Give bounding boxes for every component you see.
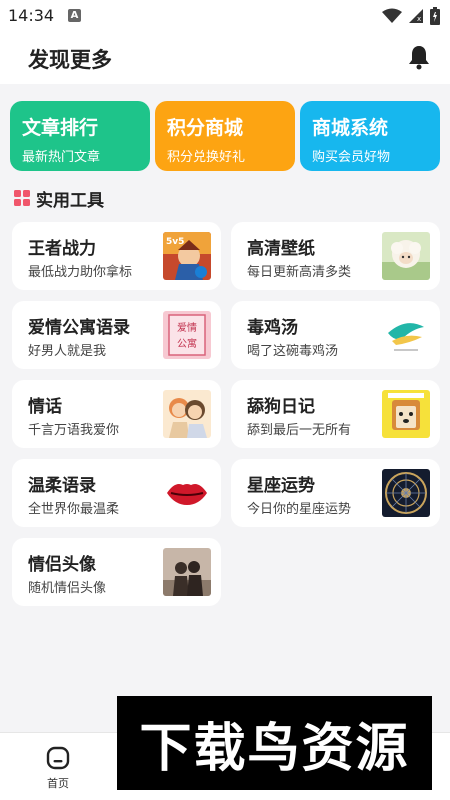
card-subtitle: 购买会员好物 <box>312 150 391 165</box>
header: 发现更多 <box>0 32 450 84</box>
tool-card-dog-diary[interactable]: 舔狗日记 舔到最后一无所有 <box>231 380 440 448</box>
status-icons: x <box>382 6 440 26</box>
tool-title: 毒鸡汤 <box>247 318 298 338</box>
tool-title: 星座运势 <box>247 476 315 496</box>
status-time: 14:34 <box>8 6 55 25</box>
tool-title: 王者战力 <box>28 239 96 259</box>
tool-card-love-apartment[interactable]: 爱情公寓语录 好男人就是我 爱情 公寓 <box>12 301 221 369</box>
points-mall-card[interactable]: 积分商城 积分兑换好礼 <box>155 101 295 171</box>
soup-logo-thumbnail <box>382 311 430 359</box>
article-ranking-card[interactable]: 文章排行 最新热门文章 <box>10 101 150 171</box>
tool-subtitle: 喝了这碗毒鸡汤 <box>247 344 339 359</box>
tool-card-gentle-words[interactable]: 温柔语录 全世界你最温柔 <box>12 459 221 527</box>
tool-title: 温柔语录 <box>28 476 96 496</box>
tool-subtitle: 好男人就是我 <box>28 344 107 359</box>
status-bar: 14:34 A x <box>0 0 450 32</box>
tool-subtitle: 舔到最后一无所有 <box>247 423 352 438</box>
dog-cartoon-thumbnail <box>382 390 430 438</box>
tool-card-horoscope[interactable]: 星座运势 今日你的星座运势 <box>231 459 440 527</box>
tool-subtitle: 随机情侣头像 <box>28 581 107 596</box>
svg-text:5v5: 5v5 <box>166 237 184 247</box>
tool-title: 爱情公寓语录 <box>28 318 130 338</box>
top-cards: 文章排行 最新热门文章 积分商城 积分兑换好礼 商城系统 购买会员好物 <box>10 101 440 171</box>
tool-card-couple-avatar[interactable]: 情侣头像 随机情侣头像 <box>12 538 221 606</box>
tool-card-poison-soup[interactable]: 毒鸡汤 喝了这碗毒鸡汤 <box>231 301 440 369</box>
card-title: 商城系统 <box>312 117 389 139</box>
svg-text:x: x <box>417 15 421 23</box>
bell-icon[interactable] <box>406 44 432 70</box>
grid-icon <box>14 190 30 206</box>
cell-signal-icon: x <box>409 9 423 23</box>
card-subtitle: 积分兑换好礼 <box>167 150 246 165</box>
svg-text:公寓: 公寓 <box>177 337 197 350</box>
tool-title: 情话 <box>28 397 62 417</box>
notification-icon: A <box>68 9 81 22</box>
tool-card-wallpaper[interactable]: 高清壁纸 每日更新高清多类 <box>231 222 440 290</box>
card-title: 文章排行 <box>22 117 99 139</box>
tool-subtitle: 每日更新高清多类 <box>247 265 352 280</box>
page-title: 发现更多 <box>28 48 112 72</box>
zodiac-wheel-thumbnail <box>382 469 430 517</box>
couple-silhouette-thumbnail <box>163 548 211 596</box>
battery-icon <box>430 7 440 25</box>
card-title: 积分商城 <box>167 117 244 139</box>
nav-home[interactable]: 首页 <box>36 741 80 797</box>
section-header: 实用工具 <box>14 186 104 211</box>
couple-cartoon-thumbnail <box>163 390 211 438</box>
tool-subtitle: 最低战力助你拿标 <box>28 265 133 280</box>
home-icon <box>46 746 70 770</box>
game-hero-thumbnail: 5v5 <box>163 232 211 280</box>
watermark-text: 下载鸟资源 <box>139 718 410 779</box>
tool-subtitle: 全世界你最温柔 <box>28 502 120 517</box>
wallpaper-sheep-thumbnail <box>382 232 430 280</box>
tool-title: 情侣头像 <box>28 555 96 575</box>
tool-subtitle: 今日你的星座运势 <box>247 502 352 517</box>
lips-thumbnail <box>163 469 211 517</box>
tool-card-hero-power[interactable]: 王者战力 最低战力助你拿标 5v5 <box>12 222 221 290</box>
tool-title: 高清壁纸 <box>247 239 315 259</box>
tool-subtitle: 千言万语我爱你 <box>28 423 120 438</box>
tool-card-love-words[interactable]: 情话 千言万语我爱你 <box>12 380 221 448</box>
nav-home-label: 首页 <box>47 777 69 790</box>
wifi-icon <box>382 8 402 23</box>
tool-title: 舔狗日记 <box>247 397 315 417</box>
card-subtitle: 最新热门文章 <box>22 150 101 165</box>
watermark: 下载鸟资源 <box>117 696 432 790</box>
section-title: 实用工具 <box>36 190 104 211</box>
svg-text:爱情: 爱情 <box>177 321 197 334</box>
love-apartment-thumbnail: 爱情 公寓 <box>163 311 211 359</box>
app-screen: 14:34 A x 发现更多 文章排行 最新热门文章 积分商城 积分兑换好礼 商… <box>0 0 450 800</box>
mall-system-card[interactable]: 商城系统 购买会员好物 <box>300 101 440 171</box>
